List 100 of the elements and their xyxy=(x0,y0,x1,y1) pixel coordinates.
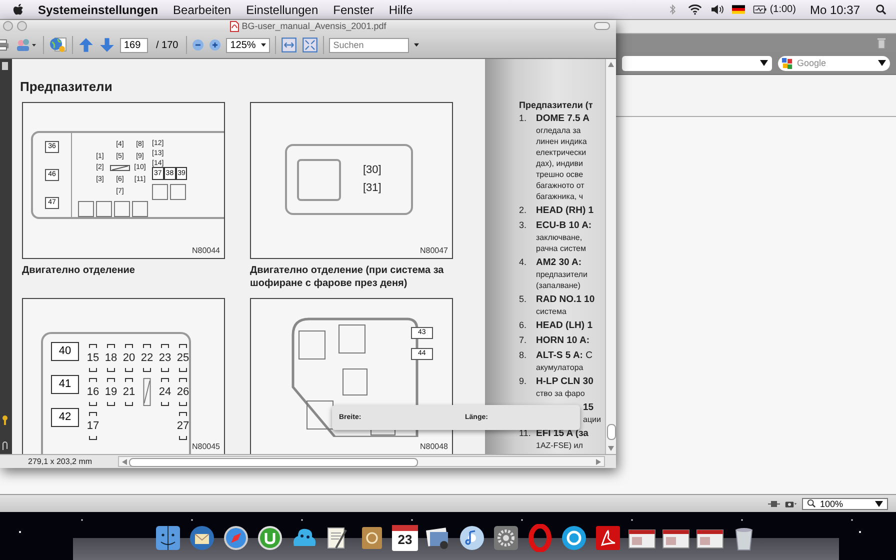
menu-item[interactable]: Fenster xyxy=(333,2,374,16)
toolbar-toggle-icon[interactable] xyxy=(594,22,610,30)
scroll-thumb[interactable] xyxy=(607,424,616,440)
list-number: 11. xyxy=(519,427,531,440)
dropdown-arrow-icon xyxy=(261,43,266,47)
vertical-scrollbar[interactable] xyxy=(605,59,616,454)
fuse-entry-title: ALT-S 5 A: С xyxy=(536,349,592,362)
fuse-entry-text: заключване, xyxy=(536,232,584,243)
figure-caption: Двигателно отделение (при система за шофиране с фарове през деня) xyxy=(250,264,445,290)
fuse-label: [31] xyxy=(363,181,382,196)
fuse-entry-title: H-LP CLN 30 xyxy=(536,375,594,388)
zoom-out-icon[interactable] xyxy=(192,39,204,51)
flag-icon[interactable] xyxy=(732,5,745,14)
fuse-entry-text: трешно осве xyxy=(536,169,584,180)
fit-page-icon[interactable] xyxy=(302,37,318,53)
fuse-icon xyxy=(143,378,151,406)
fuse-slot xyxy=(170,184,186,200)
battery-icon[interactable] xyxy=(752,4,767,15)
music-disc-icon[interactable] xyxy=(458,524,486,552)
search-field[interactable]: Suchen xyxy=(329,38,410,52)
list-number: 4. xyxy=(519,256,528,269)
fuse-icon xyxy=(110,164,130,171)
scroll-thumb[interactable] xyxy=(129,458,418,467)
zoom-select[interactable]: 100% xyxy=(802,498,888,510)
fuse-slot xyxy=(78,200,94,217)
fuse-entry-title: HORN 10 A: xyxy=(536,334,590,347)
smiling-face-icon[interactable] xyxy=(154,524,182,552)
gear-icon[interactable] xyxy=(492,524,520,552)
zoom-in-icon[interactable] xyxy=(209,39,222,51)
speaker-icon[interactable] xyxy=(710,4,724,15)
menu-item[interactable]: Bearbeiten xyxy=(173,2,232,16)
list-number: 9. xyxy=(519,375,528,388)
horizontal-scrollbar[interactable] xyxy=(118,456,605,467)
fuse-entry-text: рачна систем xyxy=(536,243,587,254)
url-field[interactable] xyxy=(622,56,772,70)
fuse-label: [30] xyxy=(363,163,382,178)
battery-time: (1:00) xyxy=(770,4,796,15)
chat-bubble-icon[interactable] xyxy=(560,524,588,552)
key-icon[interactable] xyxy=(1,415,9,425)
scroll-left-icon[interactable] xyxy=(122,459,127,465)
ring-icon[interactable] xyxy=(526,524,554,552)
fuse-label: 26 xyxy=(175,378,191,406)
wifi-icon[interactable] xyxy=(688,4,702,15)
fuse-slot xyxy=(114,200,130,217)
compass-icon[interactable] xyxy=(222,524,250,552)
figure-caption: Двигателно отделение xyxy=(22,264,136,277)
fuse-entry-text: дах), индиви xyxy=(536,158,584,169)
fuse-slot xyxy=(132,200,148,217)
menu-item[interactable]: Einstellungen xyxy=(246,2,318,16)
list-number: 5. xyxy=(519,293,528,306)
relay-slot xyxy=(297,158,341,200)
fuse-entry-title: AM2 30 A: xyxy=(536,256,583,269)
up-arrow-icon[interactable] xyxy=(78,37,94,53)
mail-envelope-icon[interactable] xyxy=(188,524,216,552)
dropdown-arrow-icon[interactable] xyxy=(414,43,420,47)
list-number: 1. xyxy=(519,112,528,125)
paperclip-icon[interactable] xyxy=(1,441,9,451)
fuse-entry-text: акумулатора xyxy=(536,362,584,373)
zoom-select[interactable]: 125% xyxy=(226,38,270,52)
calendar-icon[interactable]: 23 xyxy=(392,525,418,551)
fuse-label: 42 xyxy=(51,408,79,427)
document-icon[interactable] xyxy=(594,524,622,552)
menu-item[interactable]: Hilfe xyxy=(388,2,413,16)
search-icon[interactable] xyxy=(874,4,888,15)
list-number: 7. xyxy=(519,334,528,347)
printer-icon[interactable] xyxy=(0,37,9,53)
page-number-field[interactable]: 169 xyxy=(120,38,148,52)
list-number: 3. xyxy=(519,219,528,232)
fuse-entry-text: багажника, ч xyxy=(536,191,584,202)
list-number: 6. xyxy=(519,319,528,332)
fit-width-icon[interactable] xyxy=(281,37,298,53)
down-arrow-icon[interactable] xyxy=(99,37,115,53)
fuse-entry-title: DOME 7.5 A xyxy=(536,112,590,125)
apple-icon[interactable] xyxy=(13,2,25,16)
mu-circle-icon[interactable] xyxy=(256,524,284,552)
fuse-entry-text: електрически xyxy=(536,147,588,158)
search-field[interactable]: Google xyxy=(778,56,890,70)
scroll-down-icon[interactable] xyxy=(608,446,614,451)
fuse-slot xyxy=(96,200,112,217)
fuse-label: 22 xyxy=(139,344,155,372)
fuse-label: 18 xyxy=(103,344,119,372)
scroll-right-icon[interactable] xyxy=(596,459,601,465)
fuse-entry-text: (запалване) xyxy=(536,280,582,291)
dropdown-arrow-icon[interactable] xyxy=(878,60,886,66)
globe-document-icon[interactable] xyxy=(49,36,67,54)
fuse-label: 23 xyxy=(157,344,173,372)
fuse-label: 24 xyxy=(157,378,173,406)
fuse-entry-text: ство за фаро xyxy=(536,388,586,399)
fuse-entry-title: RAD NO.1 10 xyxy=(536,293,595,306)
dropdown-arrow-icon[interactable] xyxy=(760,60,768,66)
page-icon[interactable] xyxy=(1,61,9,71)
figure-code: N80047 xyxy=(420,246,448,255)
scroll-up-icon[interactable] xyxy=(608,62,614,67)
fuse-label: 25 xyxy=(175,344,191,372)
fuse-label: 16 xyxy=(85,378,101,406)
clock[interactable]: Mo 10:37 xyxy=(810,2,860,16)
fuse-label: 41 xyxy=(51,375,79,394)
fuse-entry-title: ECU-B 10 A: xyxy=(536,219,592,232)
app-menu[interactable]: Systemeinstellungen xyxy=(38,2,158,16)
plug-icon[interactable] xyxy=(768,498,780,508)
